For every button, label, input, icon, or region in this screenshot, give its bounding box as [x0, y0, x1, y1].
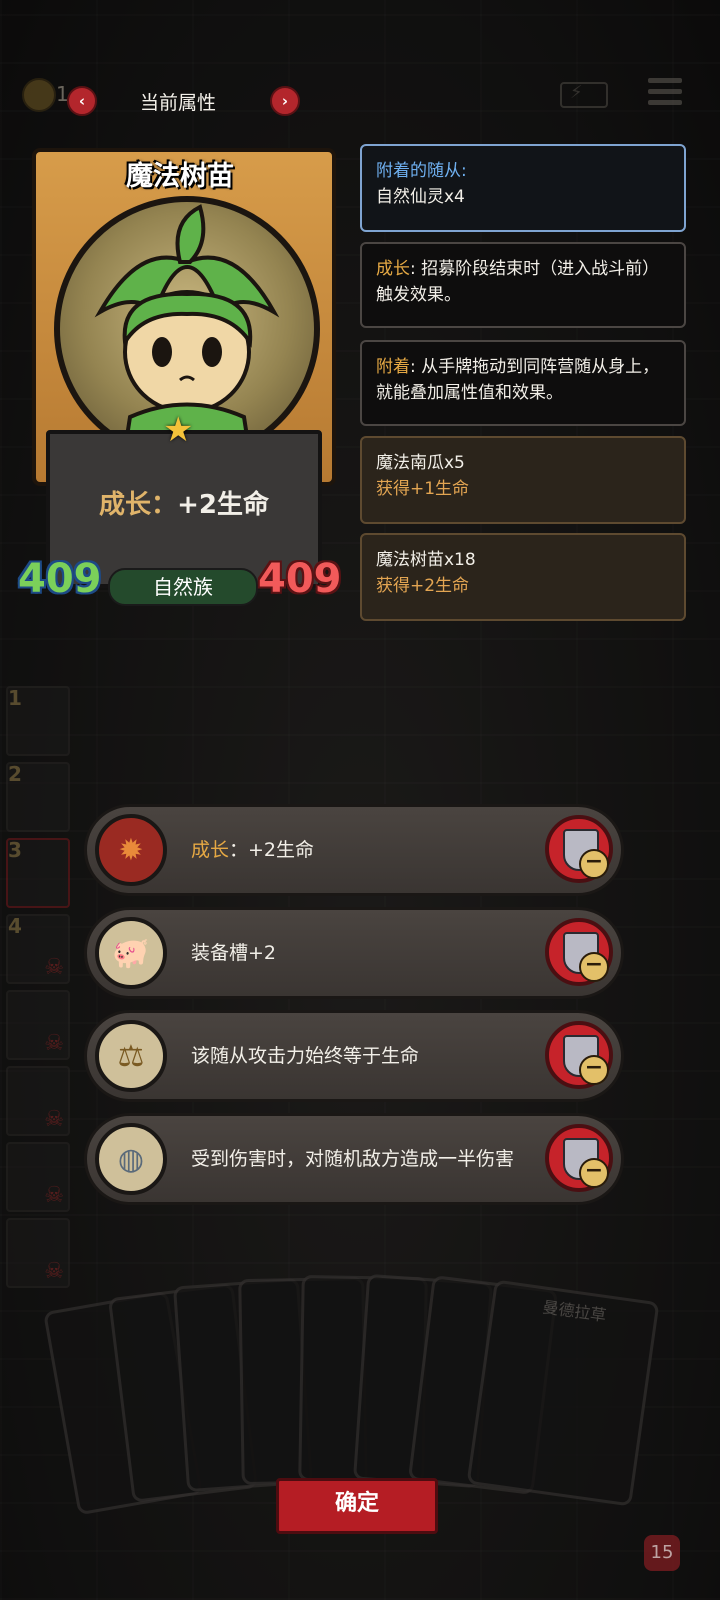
attached-heading: 附着的随从: [376, 161, 467, 181]
merge-gain: 获得+2生命 [376, 576, 470, 596]
next-button[interactable]: › [270, 86, 300, 116]
tribe-badge: 自然族 [108, 568, 258, 606]
prev-button[interactable]: ‹ [67, 86, 97, 116]
pig-icon: 🐖 [95, 917, 167, 989]
merge-panel: 魔法树苗x18 获得+2生命 [360, 533, 686, 621]
page-title: 当前属性 [140, 92, 217, 114]
effect-row: ⚖ 该随从攻击力始终等于生命 − [84, 1010, 624, 1102]
merge-gain: 获得+1生命 [376, 479, 470, 499]
effect-text: 成长：+2生命 [191, 839, 315, 861]
health-stat: 409 [258, 556, 342, 602]
remove-effect-button[interactable]: − [545, 815, 613, 883]
effect-row: ◍ 受到伤害时，对随机敌方造成一半伤害 − [84, 1113, 624, 1205]
merge-name: 魔法南瓜x5 [376, 453, 465, 473]
menu-icon[interactable] [648, 78, 682, 108]
grow-keyword-panel: 成长: 招募阶段结束时（进入战斗前）触发效果。 [360, 242, 686, 328]
scales-icon: ⚖ [95, 1020, 167, 1092]
effect-text: 该随从攻击力始终等于生命 [191, 1045, 420, 1067]
minus-icon: − [579, 849, 609, 879]
merge-panel: 魔法南瓜x5 获得+1生命 [360, 436, 686, 524]
effect-text: 装备槽+2 [191, 942, 277, 964]
mirror-icon: ◍ [95, 1123, 167, 1195]
minus-icon: − [579, 1055, 609, 1085]
confirm-button[interactable]: 确定 [276, 1478, 438, 1534]
card-name: 魔法树苗 [126, 161, 234, 192]
flame-sigil-icon: ✹ [95, 814, 167, 886]
keyword-text: : 从手牌拖动到同阵营随从身上，就能叠加属性值和效果。 [376, 357, 660, 403]
effect-row: 🐖 装备槽+2 − [84, 907, 624, 999]
attack-stat: 409 [18, 556, 102, 602]
player-health-badge: 15 [644, 1535, 680, 1571]
keyword-text: : 招募阶段结束时（进入战斗前）触发效果。 [376, 259, 660, 305]
coin-icon [22, 78, 56, 112]
top-bar: 1 ‹ 当前属性 › ⚡ [0, 70, 720, 130]
effect-text: 受到伤害时，对随机敌方造成一半伤害 [191, 1148, 515, 1170]
remove-effect-button[interactable]: − [545, 1021, 613, 1089]
remove-effect-button[interactable]: − [545, 918, 613, 986]
card-description: 成长：+2生命 [99, 490, 269, 520]
minus-icon: − [579, 952, 609, 982]
keyword-label: 附着 [376, 357, 410, 377]
attach-keyword-panel: 附着: 从手牌拖动到同阵营随从身上，就能叠加属性值和效果。 [360, 340, 686, 426]
battery-icon: ⚡ [560, 82, 608, 108]
minion-card: 魔法树苗 成长：+2生命 ★ 409 自然族 409 [18, 148, 342, 618]
star-icon: ★ [163, 410, 194, 450]
attached-minions-panel: 附着的随从: 自然仙灵x4 [360, 144, 686, 232]
keyword-label: 成长 [376, 259, 410, 279]
minus-icon: − [579, 1158, 609, 1188]
merge-name: 魔法树苗x18 [376, 550, 476, 570]
effect-row: ✹ 成长：+2生命 − [84, 804, 624, 896]
remove-effect-button[interactable]: − [545, 1124, 613, 1192]
attached-value: 自然仙灵x4 [376, 187, 465, 207]
